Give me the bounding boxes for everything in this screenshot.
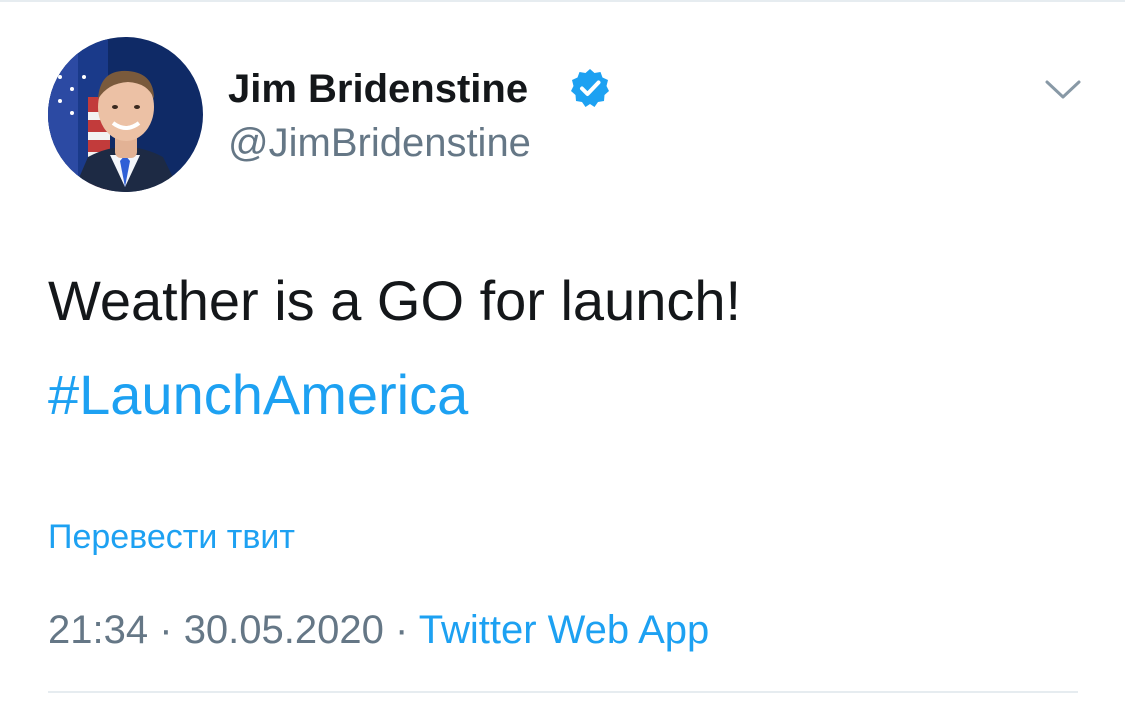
translate-tweet-link[interactable]: Перевести твит (48, 517, 295, 557)
meta-separator: · (395, 608, 409, 652)
tweet-source-link[interactable]: Twitter Web App (419, 608, 710, 652)
verified-badge-icon (569, 67, 611, 109)
tweet-date[interactable]: 30.05.2020 (184, 608, 384, 652)
display-name[interactable]: Jim Bridenstine (228, 66, 528, 112)
chevron-down-icon[interactable] (1043, 76, 1083, 104)
top-divider (0, 0, 1125, 2)
avatar[interactable] (48, 37, 203, 192)
user-handle[interactable]: @JimBridenstine (228, 120, 531, 166)
hashtag-link[interactable]: #LaunchAmerica (48, 362, 468, 428)
tweet-text: Weather is a GO for launch! (48, 269, 742, 332)
meta-separator: · (159, 608, 173, 652)
tweet-meta: 21:34 · 30.05.2020 · Twitter Web App (48, 606, 709, 654)
avatar-image (48, 37, 203, 192)
tweet-time[interactable]: 21:34 (48, 608, 148, 652)
bottom-divider (48, 691, 1078, 693)
